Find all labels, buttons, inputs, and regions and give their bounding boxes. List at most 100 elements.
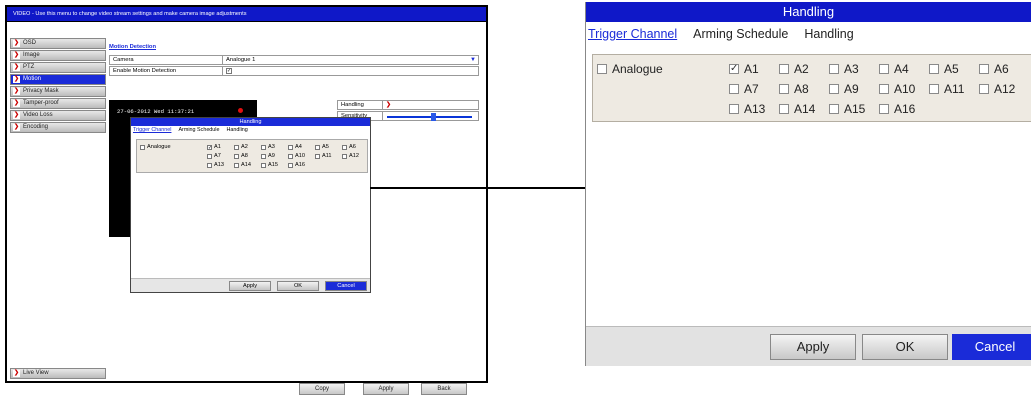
popup-channel-checkbox-a3[interactable]: A3 [261,144,275,150]
sidebar-item-encoding[interactable]: ❯ Encoding [10,122,106,133]
tab-handling[interactable]: Handling [804,27,853,41]
channel-checkbox-a12[interactable]: A12 [979,82,1015,96]
channel-checkbox-a3[interactable]: A3 [829,62,859,76]
checkbox-box [729,84,739,94]
popup-channel-checkbox-a15[interactable]: A15 [261,162,278,168]
tab-arming-schedule[interactable]: Arming Schedule [693,27,788,41]
channel-label: A11 [944,82,965,96]
popup-tab-arming-schedule[interactable]: Arming Schedule [178,127,219,133]
channel-label: A1 [214,144,221,150]
popup-channel-checkbox-a6[interactable]: A6 [342,144,356,150]
dvr-screen: VIDEO - Use this menu to change video st… [5,5,488,395]
channel-checkbox-a5[interactable]: A5 [929,62,959,76]
popup-channel-checkbox-a4[interactable]: A4 [288,144,302,150]
chevron-right-icon: ❯ [13,76,20,83]
checkbox-box [879,64,889,74]
enable-row: Enable Motion Detection ✓ [109,66,479,76]
slider-knob[interactable] [431,113,437,121]
popup-cancel-button[interactable]: Cancel [325,281,367,291]
channel-label: A6 [349,144,356,150]
checkbox-box [929,84,939,94]
checkbox-box [929,64,939,74]
channel-label: A9 [844,82,859,96]
channel-checkbox-a1[interactable]: ✓ A1 [729,62,759,76]
popup-tab-trigger-channel[interactable]: Trigger Channel [133,127,171,133]
sidebar-item-label: OSD [23,40,37,46]
checkbox-box [779,64,789,74]
checkbox-box [979,84,989,94]
apply-button[interactable]: Apply [363,383,409,395]
channel-checkbox-a2[interactable]: A2 [779,62,809,76]
checkbox-box [140,144,145,150]
camera-label: Camera [113,57,134,63]
channel-checkbox-a14[interactable]: A14 [779,102,815,116]
apply-button[interactable]: Apply [770,334,856,360]
channel-label: A7 [744,82,759,96]
popup-channel-checkbox-a12[interactable]: A12 [342,153,359,159]
handling-settings-button[interactable]: ❯ [382,101,478,109]
popup-channel-checkbox-a10[interactable]: A10 [288,153,305,159]
popup-channel-checkbox-a14[interactable]: A14 [234,162,251,168]
dialog-title: Handling [586,2,1031,22]
channel-label: A4 [894,62,909,76]
popup-channel-checkbox-a7[interactable]: A7 [207,153,221,159]
sidebar-item-motion[interactable]: ❯ Motion [10,74,106,85]
sidebar-item-ptz[interactable]: ❯ PTZ [10,62,106,73]
cancel-button[interactable]: Cancel [952,334,1031,360]
back-button[interactable]: Back [421,383,467,395]
channel-checkbox-a4[interactable]: A4 [879,62,909,76]
chevron-right-icon: ❯ [386,102,392,108]
channel-checkbox-a15[interactable]: A15 [829,102,865,116]
sidebar-item-video-loss[interactable]: ❯ Video Loss [10,110,106,121]
channel-checkbox-a8[interactable]: A8 [779,82,809,96]
analogue-checkbox[interactable]: Analogue [597,62,663,76]
checkbox-box [879,84,889,94]
tab-trigger-channel[interactable]: Trigger Channel [588,27,677,41]
channel-checkbox-a7[interactable]: A7 [729,82,759,96]
preview-timestamp: 27-06-2012 Wed 11:37:21 [117,108,195,115]
channel-label: A14 [794,102,816,116]
sidebar-item-image[interactable]: ❯ Image [10,50,106,61]
popup-channel-checkbox-a1[interactable]: ✓ A1 [207,144,221,150]
checkbox-box [315,144,320,150]
popup-channel-checkbox-a11[interactable]: A11 [315,153,332,159]
popup-channel-checkbox-a16[interactable]: A16 [288,162,305,168]
popup-channel-checkbox-a9[interactable]: A9 [261,153,275,159]
channel-checkbox-a9[interactable]: A9 [829,82,859,96]
channel-checkbox-a10[interactable]: A10 [879,82,915,96]
popup-apply-button[interactable]: Apply [229,281,271,291]
sensitivity-box [382,112,478,121]
sensitivity-slider[interactable] [387,113,472,121]
channel-checkbox-a13[interactable]: A13 [729,102,765,116]
live-view-button[interactable]: ❯ Live View [10,368,106,379]
sidebar-item-privacy-mask[interactable]: ❯ Privacy Mask [10,86,106,97]
channel-checkbox-a11[interactable]: A11 [929,82,964,96]
channel-label: A2 [794,62,809,76]
sidebar-item-label: Tamper-proof [23,100,59,106]
popup-channel-checkbox-a8[interactable]: A8 [234,153,248,159]
popup-analogue-checkbox[interactable]: Analogue [140,144,171,150]
popup-analogue-label: Analogue [147,144,171,150]
popup-channel-checkbox-a13[interactable]: A13 [207,162,224,168]
enable-checkbox[interactable]: ✓ [226,68,232,74]
popup-channel-checkbox-a2[interactable]: A2 [234,144,248,150]
copy-button[interactable]: Copy [299,383,345,395]
channel-checkbox-a6[interactable]: A6 [979,62,1009,76]
channel-label: A10 [295,153,305,159]
checkbox-box [597,64,607,74]
chevron-right-icon: ❯ [13,124,20,131]
checkbox-box [829,64,839,74]
sidebar-item-label: Privacy Mask [23,88,59,94]
sidebar-item-tamper-proof[interactable]: ❯ Tamper-proof [10,98,106,109]
popup-ok-button[interactable]: OK [277,281,319,291]
channel-label: A3 [268,144,275,150]
menu-hint-bar: VIDEO - Use this menu to change video st… [7,7,486,21]
checkbox-box [729,104,739,114]
popup-tab-handling[interactable]: Handling [227,127,248,133]
camera-select[interactable]: Analogue 1 ▼ [222,56,478,64]
sidebar-item-osd[interactable]: ❯ OSD [10,38,106,49]
channel-label: A1 [744,62,759,76]
ok-button[interactable]: OK [862,334,948,360]
channel-checkbox-a16[interactable]: A16 [879,102,915,116]
popup-channel-checkbox-a5[interactable]: A5 [315,144,329,150]
